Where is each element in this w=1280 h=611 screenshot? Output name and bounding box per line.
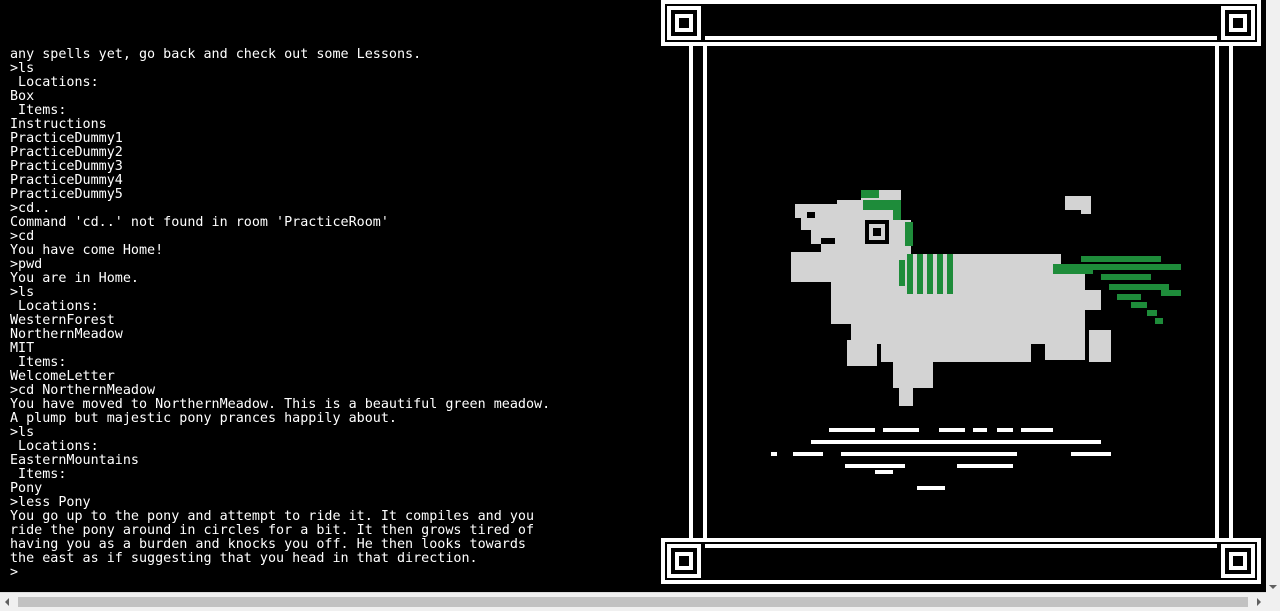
terminal-line: Items: xyxy=(10,467,67,482)
terminal-line: >ls xyxy=(10,285,35,300)
pony-art xyxy=(661,0,1261,584)
terminal-line: PracticeDummy4 xyxy=(10,173,123,188)
ascii-art-panel xyxy=(661,0,1263,584)
terminal-line: Locations: xyxy=(10,75,99,90)
ground-lines xyxy=(771,428,1111,490)
terminal-line: >ls xyxy=(10,425,35,440)
horizontal-scrollbar[interactable] xyxy=(0,592,1266,611)
terminal-line: having you as a burden and knocks you of… xyxy=(10,537,526,552)
terminal-line: Instructions xyxy=(10,117,107,132)
terminal-line: You have come Home! xyxy=(10,243,164,258)
terminal-line: PracticeDummy2 xyxy=(10,145,123,160)
terminal-line: Items: xyxy=(10,355,67,370)
terminal-line: NorthernMeadow xyxy=(10,327,123,342)
terminal-line: Locations: xyxy=(10,439,99,454)
scroll-down-arrow-icon[interactable] xyxy=(1269,585,1277,589)
terminal-line: any spells yet, go back and check out so… xyxy=(10,47,422,62)
scrollbar-corner xyxy=(1266,592,1280,611)
terminal-line: Pony xyxy=(10,481,43,496)
scroll-left-arrow-icon[interactable] xyxy=(5,598,9,606)
terminal-line: >cd NorthernMeadow xyxy=(10,383,156,398)
terminal-line: A plump but majestic pony prances happil… xyxy=(10,411,397,426)
terminal-line: You have moved to NorthernMeadow. This i… xyxy=(10,397,551,412)
terminal-output: any spells yet, go back and check out so… xyxy=(0,0,655,592)
terminal-line: PracticeDummy3 xyxy=(10,159,123,174)
pony-body xyxy=(791,190,1111,406)
terminal-line: WelcomeLetter xyxy=(10,369,115,384)
vertical-scrollbar[interactable] xyxy=(1266,0,1280,592)
terminal-line: >cd xyxy=(10,229,35,244)
terminal-line: >pwd xyxy=(10,257,43,272)
pony-eye xyxy=(865,220,889,244)
terminal-line: ride the pony around in circles for a bi… xyxy=(10,523,535,538)
terminal-line: EasternMountains xyxy=(10,453,139,468)
terminal-line: Command 'cd..' not found in room 'Practi… xyxy=(10,215,389,230)
horizontal-scroll-thumb[interactable] xyxy=(18,597,1248,607)
terminal-line: Locations: xyxy=(10,299,99,314)
terminal-text: any spells yet, go back and check out so… xyxy=(10,48,650,580)
scroll-right-arrow-icon[interactable] xyxy=(1257,598,1261,606)
terminal-line: You go up to the pony and attempt to rid… xyxy=(10,509,535,524)
terminal-line: Items: xyxy=(10,103,67,118)
terminal-line: >cd.. xyxy=(10,201,51,216)
terminal-line: PracticeDummy5 xyxy=(10,187,123,202)
terminal-line: WesternForest xyxy=(10,313,115,328)
terminal-line: Box xyxy=(10,89,35,104)
game-window: any spells yet, go back and check out so… xyxy=(0,0,1280,611)
terminal-line: MIT xyxy=(10,341,35,356)
terminal-line: PracticeDummy1 xyxy=(10,131,123,146)
terminal-line: >ls xyxy=(10,61,35,76)
terminal-line: the east as if suggesting that you head … xyxy=(10,551,478,566)
command-prompt[interactable]: > xyxy=(10,566,650,580)
terminal-line: You are in Home. xyxy=(10,271,139,286)
terminal-line: >less Pony xyxy=(10,495,91,510)
